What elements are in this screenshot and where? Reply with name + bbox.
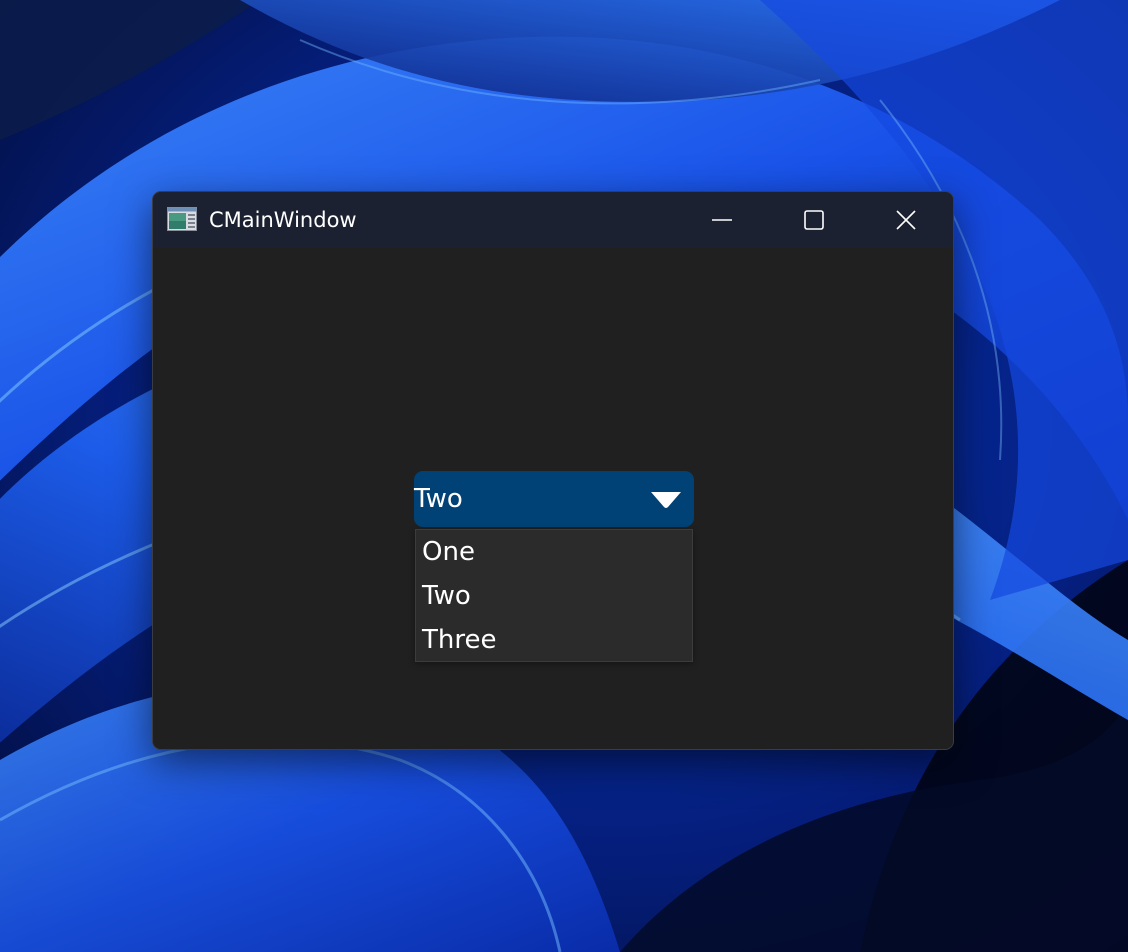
combo-dropdown-list: One Two Three xyxy=(415,529,693,662)
list-item-three[interactable]: Three xyxy=(422,618,688,662)
combo-selected-value: Two xyxy=(414,484,463,514)
combo-box[interactable]: Two xyxy=(414,471,694,527)
list-item-one[interactable]: One xyxy=(422,530,688,574)
close-icon xyxy=(896,210,916,230)
maximize-icon xyxy=(804,210,824,230)
title-bar[interactable]: CMainWindow xyxy=(153,192,953,248)
app-icon xyxy=(167,207,197,231)
minimize-button[interactable] xyxy=(676,192,768,248)
close-button[interactable] xyxy=(860,192,952,248)
list-item-two[interactable]: Two xyxy=(422,574,688,618)
chevron-down-icon[interactable] xyxy=(650,491,682,509)
main-window: CMainWindow Two One Two Three xyxy=(152,191,954,750)
window-title: CMainWindow xyxy=(209,208,357,232)
maximize-button[interactable] xyxy=(768,192,860,248)
minimize-icon xyxy=(712,219,732,221)
